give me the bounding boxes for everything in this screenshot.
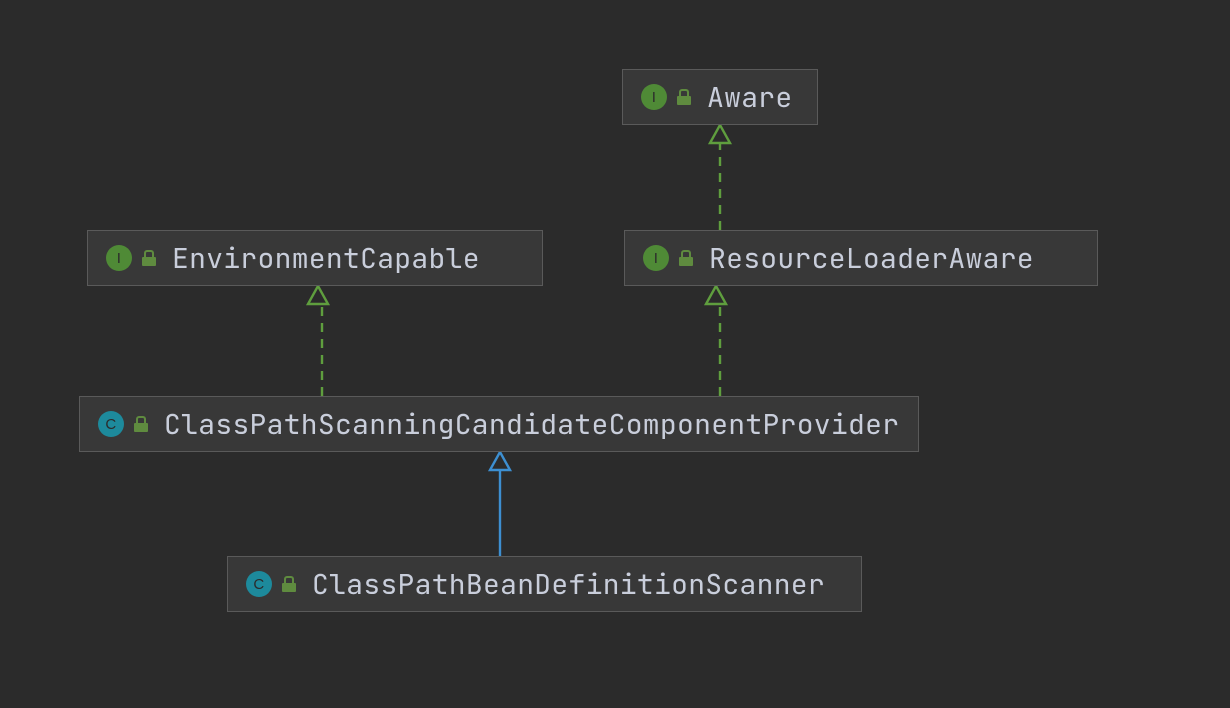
node-classpath-scanning-candidate-component-provider[interactable]: C ClassPathScanningCandidateComponentPro… (79, 396, 919, 452)
lock-icon (134, 416, 148, 432)
interface-icon: I (641, 84, 667, 110)
lock-icon (142, 250, 156, 266)
lock-icon (677, 89, 691, 105)
node-label: ResourceLoaderAware (709, 240, 1034, 277)
interface-icon: I (643, 245, 669, 271)
node-classpath-bean-definition-scanner[interactable]: C ClassPathBeanDefinitionScanner (227, 556, 862, 612)
interface-icon: I (106, 245, 132, 271)
node-resource-loader-aware[interactable]: I ResourceLoaderAware (624, 230, 1098, 286)
node-label: Aware (707, 79, 793, 116)
node-label: ClassPathScanningCandidateComponentProvi… (164, 406, 899, 443)
lock-icon (282, 576, 296, 592)
node-label: EnvironmentCapable (172, 240, 480, 277)
uml-diagram-canvas: I Aware I EnvironmentCapable I ResourceL… (0, 0, 1230, 708)
lock-icon (679, 250, 693, 266)
node-aware[interactable]: I Aware (622, 69, 818, 125)
node-label: ClassPathBeanDefinitionScanner (312, 566, 825, 603)
class-icon: C (98, 411, 124, 437)
node-environment-capable[interactable]: I EnvironmentCapable (87, 230, 543, 286)
class-icon: C (246, 571, 272, 597)
